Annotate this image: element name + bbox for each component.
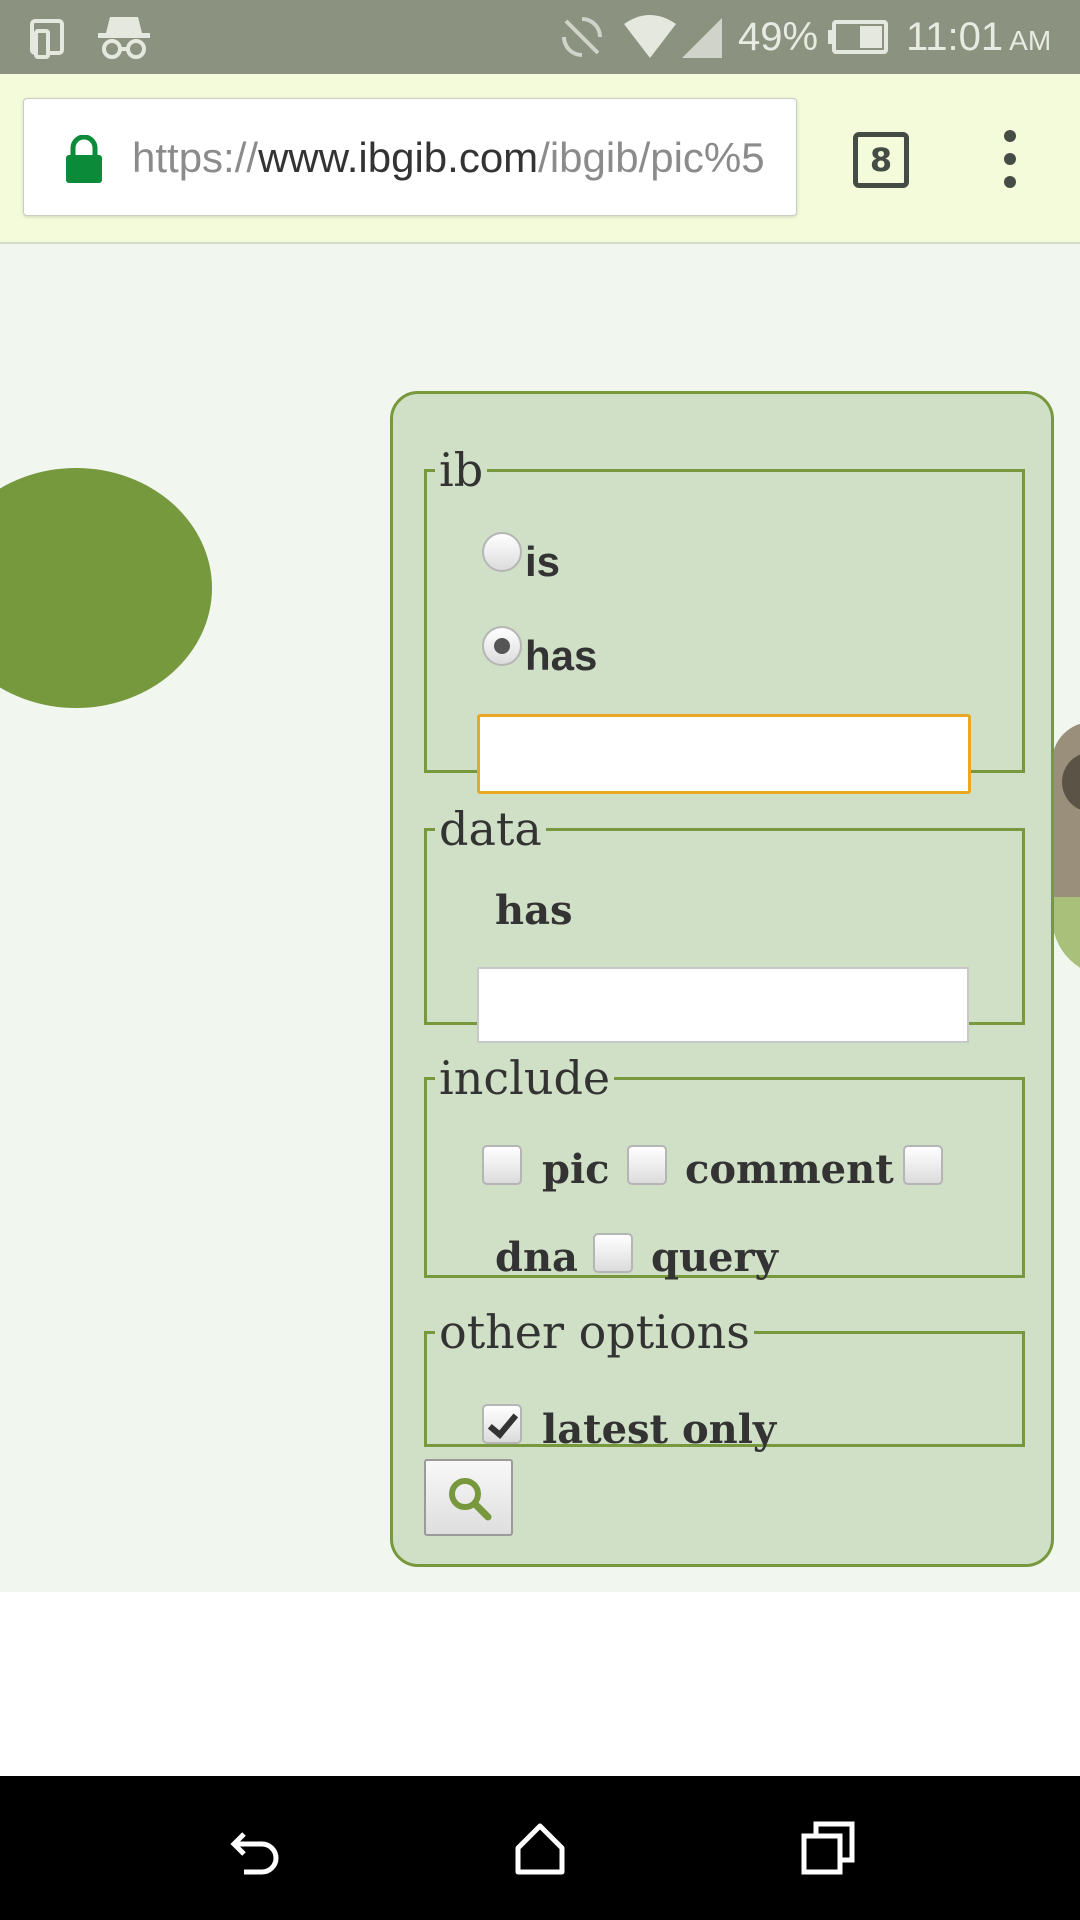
ib-is-label: is <box>525 538 561 585</box>
clock: 11:01 AM <box>906 0 1051 74</box>
ib-is-radio[interactable] <box>482 532 522 572</box>
browser-toolbar: https://www.ibgib.com/ibgib/pic%5 8 <box>0 74 1080 244</box>
latest-only-label: latest only <box>542 1406 777 1453</box>
screen-mirror-icon <box>28 0 72 74</box>
include-comment-label: comment <box>685 1146 894 1193</box>
ib-has-input[interactable] <box>477 714 971 794</box>
overflow-menu-icon[interactable] <box>990 124 1030 194</box>
data-has-input[interactable] <box>477 967 969 1043</box>
include-pic-label: pic <box>542 1146 610 1193</box>
include-dna-label: dna <box>495 1234 578 1281</box>
url-text[interactable]: https://www.ibgib.com/ibgib/pic%5 <box>132 99 788 217</box>
wifi-icon <box>622 0 678 74</box>
include-fieldset: include pic comment dna query <box>424 1051 1025 1281</box>
ib-fieldset: ib is has <box>424 443 1025 794</box>
latest-only-checkbox[interactable] <box>482 1404 522 1444</box>
sync-off-icon <box>558 0 606 74</box>
address-bar[interactable]: https://www.ibgib.com/ibgib/pic%5 <box>23 98 797 216</box>
home-icon[interactable] <box>504 1812 576 1884</box>
data-legend: data <box>439 802 542 856</box>
include-query-label: query <box>651 1234 778 1281</box>
include-dna-checkbox[interactable] <box>903 1145 943 1185</box>
include-pic-checkbox[interactable] <box>482 1145 522 1185</box>
ampm-text: AM <box>1009 25 1052 56</box>
data-has-label: has <box>495 887 573 934</box>
recents-icon[interactable] <box>792 1812 864 1884</box>
tab-count: 8 <box>869 141 893 179</box>
search-button[interactable] <box>424 1459 513 1536</box>
battery-icon <box>828 0 888 74</box>
lock-icon <box>64 134 104 188</box>
incognito-icon <box>96 0 152 74</box>
partial-image <box>1052 722 1080 992</box>
url-path: /ibgib/pic%5 <box>538 134 765 181</box>
search-icon <box>448 1477 491 1520</box>
include-query-checkbox[interactable] <box>593 1233 633 1273</box>
tab-switcher-button[interactable]: 8 <box>853 132 909 188</box>
battery-percent: 49% <box>738 14 819 59</box>
include-legend: include <box>439 1051 611 1105</box>
url-host: www.ibgib.com <box>258 134 539 181</box>
ib-has-radio[interactable] <box>482 626 522 666</box>
other-options-legend: other options <box>439 1305 750 1359</box>
ib-legend: ib <box>439 443 484 497</box>
time-text: 11:01 <box>906 14 1004 59</box>
url-scheme: https:// <box>132 134 259 181</box>
ib-has-label: has <box>525 632 598 679</box>
include-comment-checkbox[interactable] <box>627 1145 667 1185</box>
search-panel: ib is has data has include pic comment d… <box>390 391 1054 1567</box>
back-icon[interactable] <box>218 1812 290 1884</box>
other-options-fieldset: other options latest only <box>424 1305 1025 1453</box>
android-nav-bar <box>0 1776 1080 1920</box>
data-fieldset: data has <box>424 802 1025 1043</box>
signal-icon <box>680 0 724 74</box>
status-bar: 49% 11:01 AM <box>0 0 1080 74</box>
green-circle-graphic <box>0 468 212 708</box>
page-content: ib is has data has include pic comment d… <box>0 244 1080 1592</box>
